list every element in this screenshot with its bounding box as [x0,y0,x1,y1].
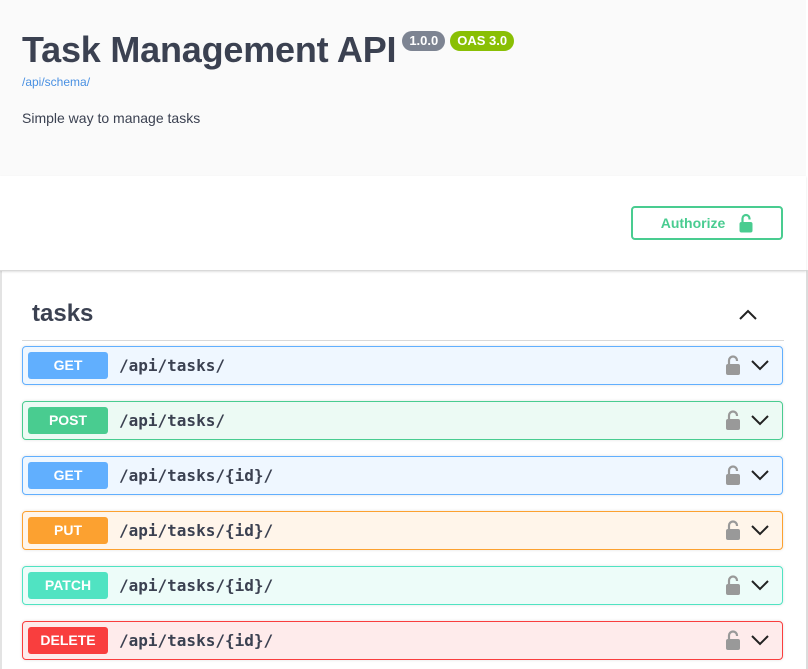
lock-icon[interactable] [724,629,742,651]
unlock-icon [739,213,753,233]
chevron-down-icon[interactable] [750,522,770,538]
oas-badge: OAS 3.0 [450,31,515,51]
endpoint-path: /api/tasks/{id}/ [119,466,274,485]
endpoint-path: /api/tasks/ [119,411,225,430]
method-badge: PATCH [28,572,108,599]
endpoint-path: /api/tasks/{id}/ [119,521,274,540]
method-badge: GET [28,352,108,379]
opblock-put-task[interactable]: PUT /api/tasks/{id}/ [22,511,783,550]
lock-icon[interactable] [724,354,742,376]
authorize-label: Authorize [660,215,726,231]
method-badge: PUT [28,517,108,544]
endpoint-path: /api/tasks/ [119,356,225,375]
method-badge: DELETE [28,627,108,654]
authorize-button[interactable]: Authorize [631,206,783,240]
tag-header[interactable]: tasks [22,290,784,341]
opblock-get-tasks[interactable]: GET /api/tasks/ [22,346,783,385]
version-badge: 1.0.0 [402,31,446,51]
chevron-up-icon[interactable] [736,304,760,324]
tag-section-tasks: tasks GET /api/tasks/ POST /api/tasks/ G… [22,290,784,660]
tag-name: tasks [32,300,94,327]
chevron-down-icon[interactable] [750,412,770,428]
schema-link[interactable]: /api/schema/ [22,75,90,89]
api-info: Task Management API 1.0.0 OAS 3.0 /api/s… [0,0,806,176]
chevron-down-icon[interactable] [750,467,770,483]
endpoint-path: /api/tasks/{id}/ [119,631,274,650]
chevron-down-icon[interactable] [750,632,770,648]
lock-icon[interactable] [724,574,742,596]
title-row: Task Management API 1.0.0 OAS 3.0 [22,28,515,72]
swagger-ui-page: Task Management API 1.0.0 OAS 3.0 /api/s… [0,0,808,669]
chevron-down-icon[interactable] [750,577,770,593]
scheme-container: Authorize [0,176,806,271]
opblock-delete-task[interactable]: DELETE /api/tasks/{id}/ [22,621,783,660]
opblock-patch-task[interactable]: PATCH /api/tasks/{id}/ [22,566,783,605]
chevron-down-icon[interactable] [750,357,770,373]
method-badge: GET [28,462,108,489]
api-description: Simple way to manage tasks [22,110,201,126]
opblock-get-task-by-id[interactable]: GET /api/tasks/{id}/ [22,456,783,495]
lock-icon[interactable] [724,519,742,541]
lock-icon[interactable] [724,464,742,486]
method-badge: POST [28,407,108,434]
opblock-post-tasks[interactable]: POST /api/tasks/ [22,401,783,440]
api-title: Task Management API [22,29,397,70]
lock-icon[interactable] [724,409,742,431]
endpoint-path: /api/tasks/{id}/ [119,576,274,595]
